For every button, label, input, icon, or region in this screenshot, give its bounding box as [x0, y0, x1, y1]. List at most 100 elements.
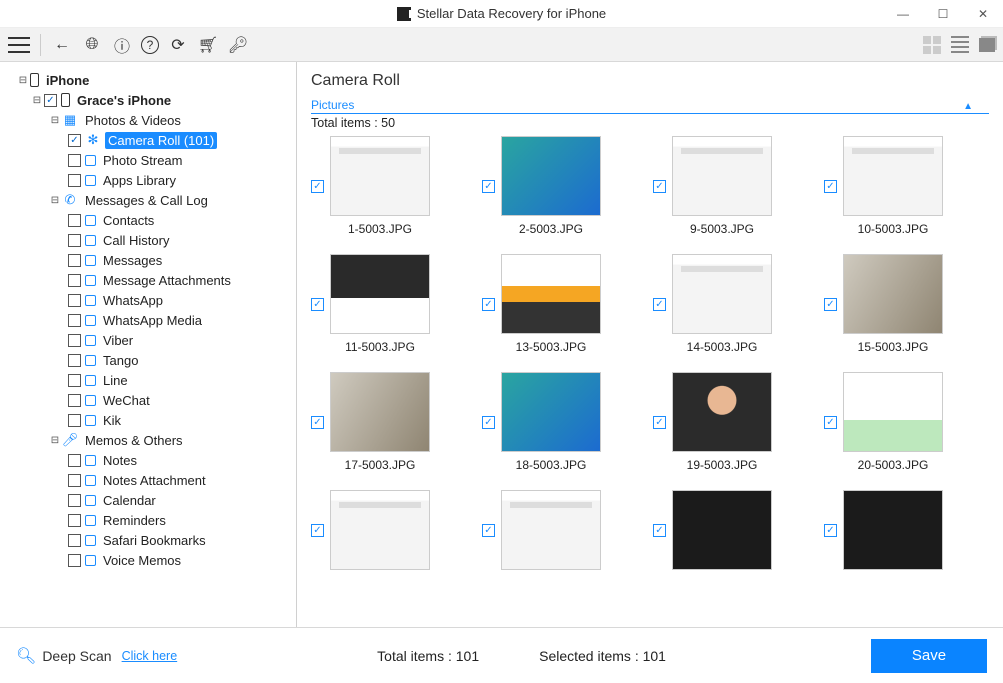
close-button[interactable]: ✕: [963, 0, 1003, 28]
thumbnail-image[interactable]: [330, 372, 430, 452]
key-icon[interactable]: 🔑︎: [227, 34, 249, 56]
checkbox[interactable]: [68, 474, 81, 487]
checkbox[interactable]: [68, 374, 81, 387]
thumbnail-image[interactable]: [672, 136, 772, 216]
thumbnail-checkbox[interactable]: [482, 298, 495, 311]
checkbox[interactable]: [68, 454, 81, 467]
collapse-icon[interactable]: ⊟: [32, 95, 42, 106]
thumbnail-image[interactable]: [501, 490, 601, 570]
checkbox[interactable]: [68, 534, 81, 547]
tree-whatsapp-media[interactable]: WhatsApp Media: [4, 310, 292, 330]
thumbnail-image[interactable]: [501, 254, 601, 334]
thumbnail-checkbox[interactable]: [824, 416, 837, 429]
checkbox[interactable]: [68, 414, 81, 427]
thumbnail-image[interactable]: [843, 136, 943, 216]
thumbnail-image[interactable]: [672, 372, 772, 452]
tree-apps-library[interactable]: Apps Library: [4, 170, 292, 190]
thumbnail-item[interactable]: 13-5003.JPG: [482, 254, 643, 354]
back-icon[interactable]: ←: [51, 34, 73, 56]
checkbox[interactable]: [68, 174, 81, 187]
thumbnail-item[interactable]: 15-5003.JPG: [824, 254, 985, 354]
thumbnail-item[interactable]: 18-5003.JPG: [482, 372, 643, 472]
checkbox[interactable]: [44, 94, 57, 107]
thumbnail-checkbox[interactable]: [824, 180, 837, 193]
thumbnail-item[interactable]: 14-5003.JPG: [653, 254, 814, 354]
thumbnail-item[interactable]: 11-5003.JPG: [311, 254, 472, 354]
thumbnail-item[interactable]: 19-5003.JPG: [653, 372, 814, 472]
thumbnail-image[interactable]: [672, 490, 772, 570]
collapse-icon[interactable]: ⊟: [50, 435, 60, 446]
thumbnail-checkbox[interactable]: [311, 416, 324, 429]
thumbnail-checkbox[interactable]: [482, 180, 495, 193]
thumbnail-item[interactable]: 20-5003.JPG: [824, 372, 985, 472]
tree-voice-memos[interactable]: Voice Memos: [4, 550, 292, 570]
view-grid-icon[interactable]: [923, 36, 941, 54]
tree-tango[interactable]: Tango: [4, 350, 292, 370]
thumbnail-image[interactable]: [330, 490, 430, 570]
thumbnail-image[interactable]: [501, 136, 601, 216]
thumbnail-item[interactable]: 17-5003.JPG: [311, 372, 472, 472]
thumbnail-checkbox[interactable]: [824, 524, 837, 537]
cart-icon[interactable]: 🛒︎: [197, 34, 219, 56]
tree-msg-attach[interactable]: Message Attachments: [4, 270, 292, 290]
tree-cat-photos[interactable]: ⊟ ▦ Photos & Videos: [4, 110, 292, 130]
checkbox[interactable]: [68, 274, 81, 287]
view-stack-icon[interactable]: [979, 38, 995, 52]
thumbnail-scroll[interactable]: 1-5003.JPG2-5003.JPG9-5003.JPG10-5003.JP…: [311, 136, 989, 627]
minimize-button[interactable]: —: [883, 0, 923, 28]
tree-cat-messages[interactable]: ⊟ ✆ Messages & Call Log: [4, 190, 292, 210]
thumbnail-checkbox[interactable]: [311, 298, 324, 311]
checkbox[interactable]: [68, 154, 81, 167]
thumbnail-checkbox[interactable]: [653, 298, 666, 311]
tree-device[interactable]: ⊟ Grace's iPhone: [4, 90, 292, 110]
help-icon[interactable]: ?: [141, 36, 159, 54]
tree-sidebar[interactable]: ⊟ iPhone ⊟ Grace's iPhone ⊟ ▦ Photos & V…: [0, 62, 297, 627]
tree-viber[interactable]: Viber: [4, 330, 292, 350]
thumbnail-image[interactable]: [672, 254, 772, 334]
thumbnail-item[interactable]: [653, 490, 814, 570]
thumbnail-checkbox[interactable]: [653, 524, 666, 537]
tree-photo-stream[interactable]: Photo Stream: [4, 150, 292, 170]
tree-wechat[interactable]: WeChat: [4, 390, 292, 410]
thumbnail-item[interactable]: 10-5003.JPG: [824, 136, 985, 236]
thumbnail-item[interactable]: [824, 490, 985, 570]
checkbox[interactable]: [68, 214, 81, 227]
thumbnail-image[interactable]: [330, 136, 430, 216]
checkbox[interactable]: [68, 254, 81, 267]
maximize-button[interactable]: ☐: [923, 0, 963, 28]
tree-notes[interactable]: Notes: [4, 450, 292, 470]
checkbox[interactable]: [68, 294, 81, 307]
thumbnail-item[interactable]: 1-5003.JPG: [311, 136, 472, 236]
tree-root-iphone[interactable]: ⊟ iPhone: [4, 70, 292, 90]
checkbox[interactable]: [68, 494, 81, 507]
tree-camera-roll[interactable]: ✻ Camera Roll (101): [4, 130, 292, 150]
thumbnail-item[interactable]: 9-5003.JPG: [653, 136, 814, 236]
thumbnail-checkbox[interactable]: [482, 524, 495, 537]
thumbnail-checkbox[interactable]: [482, 416, 495, 429]
checkbox[interactable]: [68, 354, 81, 367]
collapse-icon[interactable]: ⊟: [50, 195, 60, 206]
collapse-icon[interactable]: ⊟: [18, 75, 28, 86]
refresh-icon[interactable]: ⟳: [167, 34, 189, 56]
thumbnail-checkbox[interactable]: [653, 180, 666, 193]
thumbnail-image[interactable]: [843, 372, 943, 452]
save-button[interactable]: Save: [871, 639, 987, 673]
section-collapse-icon[interactable]: ▲: [963, 101, 989, 112]
tree-calendar[interactable]: Calendar: [4, 490, 292, 510]
globe-icon[interactable]: 🌐︎: [81, 34, 103, 56]
deep-scan-link[interactable]: Click here: [122, 649, 178, 663]
checkbox[interactable]: [68, 554, 81, 567]
thumbnail-image[interactable]: [843, 254, 943, 334]
thumbnail-item[interactable]: [311, 490, 472, 570]
tree-line[interactable]: Line: [4, 370, 292, 390]
view-list-icon[interactable]: [951, 36, 969, 54]
checkbox[interactable]: [68, 234, 81, 247]
thumbnail-item[interactable]: [482, 490, 643, 570]
info-icon[interactable]: ⓘ: [111, 34, 133, 56]
tree-kik[interactable]: Kik: [4, 410, 292, 430]
thumbnail-checkbox[interactable]: [311, 524, 324, 537]
checkbox[interactable]: [68, 134, 81, 147]
tree-whatsapp[interactable]: WhatsApp: [4, 290, 292, 310]
tree-reminders[interactable]: Reminders: [4, 510, 292, 530]
thumbnail-image[interactable]: [501, 372, 601, 452]
